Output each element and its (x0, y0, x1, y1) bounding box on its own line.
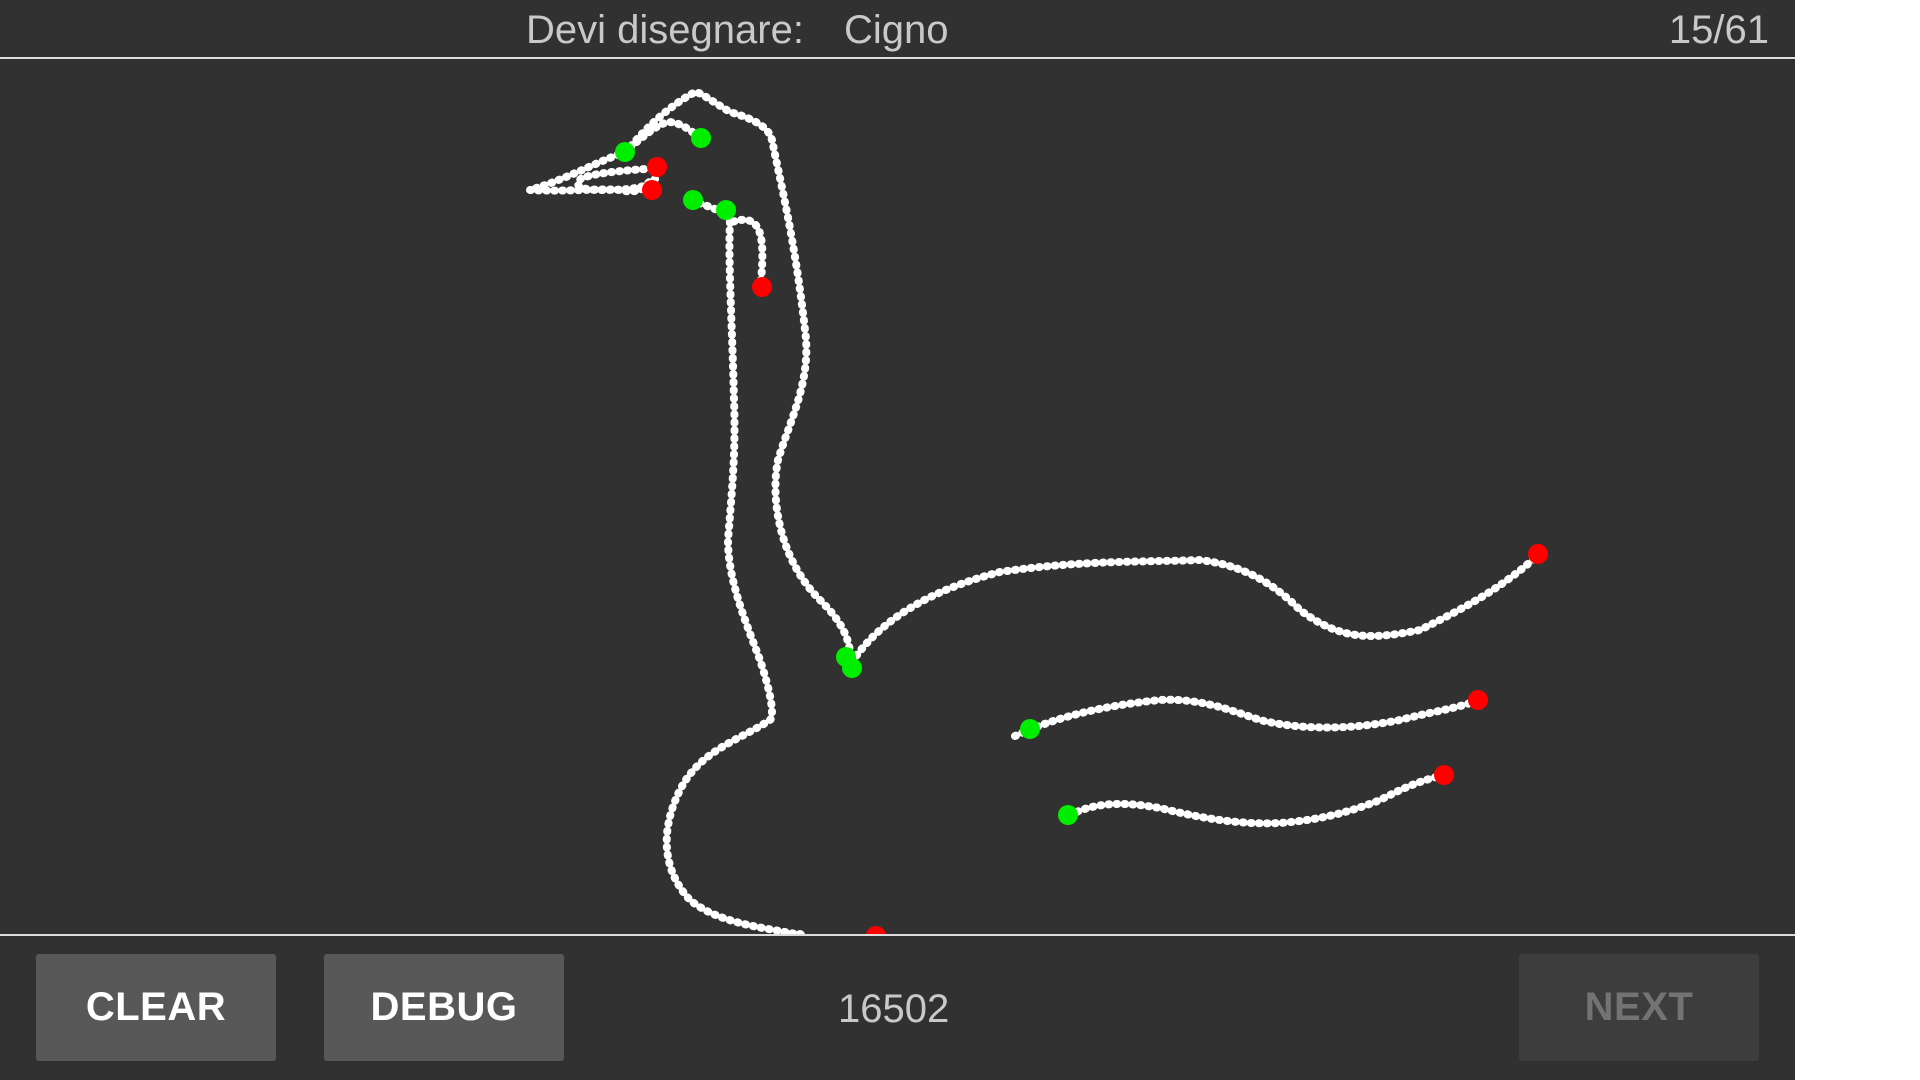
start-point (716, 200, 736, 220)
start-point (1058, 805, 1078, 825)
prompt-label: Devi disegnare: (526, 8, 804, 52)
stroke-wing-1 (1011, 695, 1482, 740)
clear-button[interactable]: CLEAR (36, 954, 276, 1061)
start-point (1020, 719, 1040, 739)
header-bar: Devi disegnare: Cigno 15/61 (0, 0, 1795, 57)
drawing-app: Devi disegnare: Cigno 15/61 CLEAR DEBUG … (0, 0, 1795, 1080)
progress-counter: 15/61 (1668, 8, 1769, 52)
end-point (1468, 690, 1488, 710)
stroke-back (848, 551, 1542, 666)
score-readout: 16502 (838, 987, 950, 1031)
footer-divider (0, 934, 1795, 936)
end-point (1528, 544, 1548, 564)
drawing-canvas[interactable] (0, 59, 1795, 934)
start-point (683, 190, 703, 210)
start-point (615, 142, 635, 162)
end-point (1434, 765, 1454, 785)
prompt-word: Cigno (844, 8, 949, 52)
debug-button[interactable]: DEBUG (324, 954, 564, 1061)
end-point (647, 157, 667, 177)
stroke-wing-2 (1066, 771, 1448, 828)
stroke-start-markers (615, 128, 1078, 825)
start-point (842, 658, 862, 678)
next-button[interactable]: NEXT (1519, 954, 1759, 1061)
sketch-svg (526, 88, 1548, 934)
stroke-neck-front (662, 196, 804, 934)
screen-edge (1795, 0, 1920, 1080)
stroke-end-markers (642, 157, 1548, 934)
end-point (866, 926, 886, 934)
end-point (642, 180, 662, 200)
end-point (752, 277, 772, 297)
start-point (691, 128, 711, 148)
